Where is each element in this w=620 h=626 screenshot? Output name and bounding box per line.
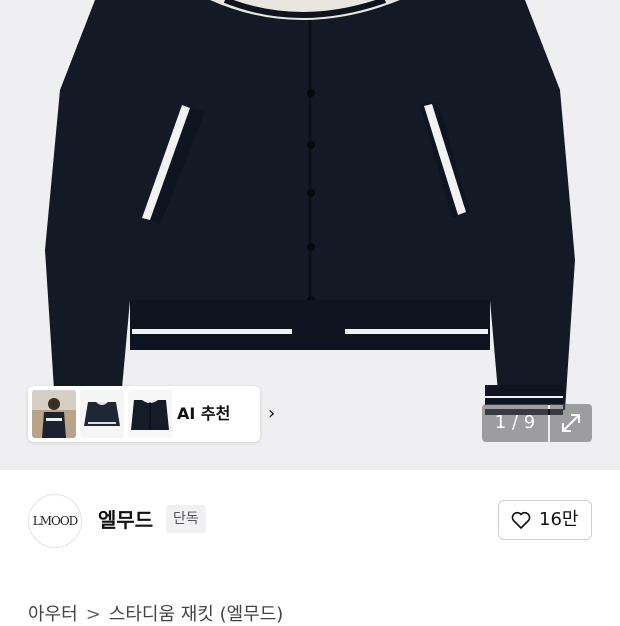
like-button[interactable]: 16만 bbox=[498, 500, 592, 540]
breadcrumb-separator: > bbox=[85, 604, 101, 625]
expand-button[interactable] bbox=[550, 404, 592, 442]
breadcrumb-item-outer[interactable]: 아우터 bbox=[28, 604, 78, 625]
recommend-thumb-3[interactable] bbox=[128, 390, 172, 438]
image-counter: 1 / 9 bbox=[482, 404, 548, 442]
jacket-photo-icon bbox=[80, 390, 124, 438]
exclusive-badge: 단독 bbox=[166, 505, 206, 533]
recommend-thumb-2[interactable] bbox=[80, 390, 124, 438]
jacket-photo-icon bbox=[128, 390, 172, 438]
brand-row: LMOOD 엘무드 단독 16만 bbox=[0, 470, 620, 570]
expand-icon bbox=[562, 414, 580, 432]
brand-logo-mark: LMOOD bbox=[33, 514, 79, 528]
svg-text:LMOOD: LMOOD bbox=[33, 514, 78, 528]
breadcrumb: 아우터 > 스타디움 재킷 (엘무드) bbox=[28, 600, 291, 626]
brand-name[interactable]: 엘무드 bbox=[98, 504, 153, 533]
chevron-right-icon: › bbox=[268, 403, 276, 424]
brand-logo[interactable]: LMOOD bbox=[28, 494, 82, 548]
ai-recommend-label: AI 추천 bbox=[177, 404, 231, 423]
ai-recommend-bar[interactable]: AI 추천 › bbox=[28, 386, 275, 442]
heart-icon bbox=[511, 511, 531, 529]
recommend-thumb-1[interactable] bbox=[32, 390, 76, 438]
like-count: 16만 bbox=[539, 509, 579, 530]
breadcrumb-item-stadium-jacket[interactable]: 스타디움 재킷 (엘무드) bbox=[109, 604, 284, 625]
person-photo-icon bbox=[32, 390, 76, 438]
